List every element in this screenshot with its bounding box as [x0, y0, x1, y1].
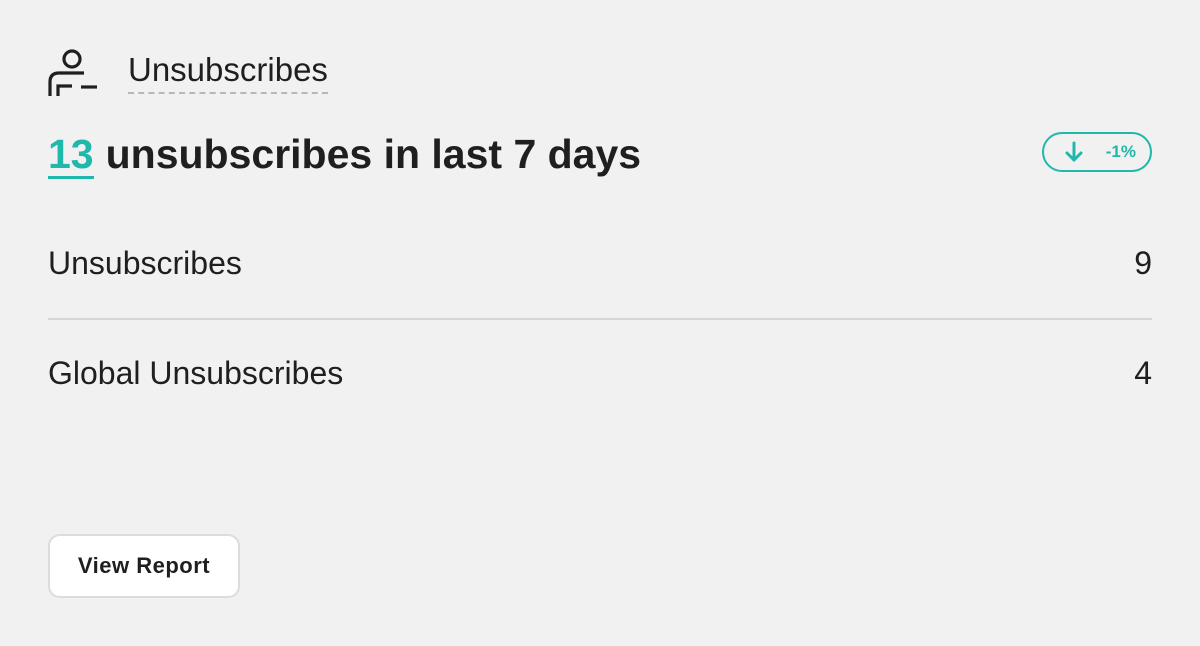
- stat-value: 9: [1134, 244, 1152, 281]
- stat-row-unsubscribes: Unsubscribes 9: [48, 208, 1152, 320]
- stats-list: Unsubscribes 9 Global Unsubscribes 4: [48, 208, 1152, 426]
- user-minus-icon: [48, 46, 98, 98]
- trend-badge: -1%: [1042, 132, 1152, 172]
- stat-row-global-unsubscribes: Global Unsubscribes 4: [48, 320, 1152, 426]
- stat-label: Global Unsubscribes: [48, 354, 344, 391]
- headline-text: unsubscribes in last 7 days: [105, 131, 642, 177]
- unsubscribes-card: Unsubscribes 13 unsubscribes in last 7 d…: [0, 0, 1200, 646]
- stat-value: 4: [1134, 354, 1152, 391]
- view-report-button[interactable]: View Report: [48, 534, 240, 598]
- trend-value: -1%: [1105, 142, 1136, 161]
- stat-label: Unsubscribes: [48, 244, 242, 281]
- card-header: Unsubscribes: [48, 44, 328, 100]
- unsubscribe-count-link[interactable]: 13: [48, 132, 94, 179]
- arrow-down-icon: [1064, 141, 1084, 163]
- card-title[interactable]: Unsubscribes: [128, 50, 328, 94]
- headline: 13 unsubscribes in last 7 days: [48, 128, 641, 180]
